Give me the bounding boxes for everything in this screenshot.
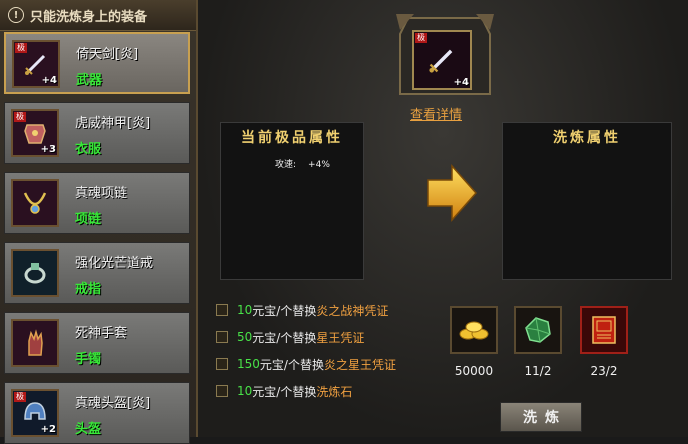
- arrow-right-icon: [427, 164, 478, 222]
- item-slot: 极 +3: [11, 109, 59, 157]
- equipment-item-sword[interactable]: 极 +4 倚天剑[炎] 武器: [4, 32, 190, 94]
- refine-attributes-title: 洗炼属性: [553, 130, 621, 146]
- equipment-sidebar: ! 只能洗炼身上的装备 极 +4 倚天剑[炎] 武器 极 +3 虎威神甲[炎] …: [0, 0, 198, 444]
- necklace-icon: [23, 192, 47, 214]
- option-item: 炎之战神凭证: [316, 303, 389, 318]
- item-type: 项链: [75, 212, 102, 227]
- sword-icon: [25, 54, 46, 75]
- helmet-icon: [24, 402, 46, 420]
- red-certificate-icon: [592, 316, 616, 344]
- item-slot: 极 +2: [11, 389, 59, 437]
- item-slot: [11, 249, 59, 297]
- option-item: 炎之星王凭证: [323, 357, 396, 372]
- item-slot: [11, 319, 59, 367]
- sidebar-header-text: 只能洗炼身上的装备: [30, 9, 148, 25]
- item-type: 头盔: [75, 422, 102, 437]
- rarity-badge: 极: [14, 392, 26, 402]
- item-slot: 极 +4: [12, 40, 60, 88]
- view-details-link[interactable]: 查看详情: [410, 104, 462, 123]
- item-type: 手镯: [75, 352, 102, 367]
- item-name: 倚天剑[炎]: [76, 47, 139, 62]
- material-slot-stone[interactable]: [514, 306, 562, 354]
- option-text: 元宝/个替换: [252, 384, 317, 399]
- material-count: 11/2: [524, 364, 552, 378]
- option-text: 元宝/个替换: [252, 330, 317, 345]
- current-attributes-panel: 当前极品属性 攻速: +4%: [220, 122, 364, 280]
- glove-icon: [28, 329, 43, 356]
- option-item: 星王凭证: [316, 330, 365, 345]
- item-slot: [11, 179, 59, 227]
- item-type: 戒指: [75, 282, 102, 297]
- item-name: 强化光芒道戒: [75, 256, 154, 271]
- option-text: 元宝/个替换: [259, 357, 324, 372]
- item-type: 衣服: [75, 142, 102, 157]
- rarity-badge: 极: [415, 33, 427, 43]
- option-checkbox[interactable]: [216, 385, 228, 397]
- equipment-item-glove[interactable]: 死神手套 手镯: [4, 312, 190, 374]
- option-checkbox[interactable]: [216, 331, 228, 343]
- item-name: 真魂头盔[炎]: [75, 396, 151, 411]
- selected-equipment-slot[interactable]: 极 +4: [412, 30, 472, 90]
- rarity-badge: 极: [15, 43, 27, 53]
- item-name: 真魂项链: [75, 186, 128, 201]
- enhance-level: +2: [40, 424, 56, 435]
- enhance-level: +3: [40, 144, 56, 155]
- gold-ingot-icon: [459, 321, 489, 340]
- ring-icon: [24, 263, 46, 284]
- item-name: 虎威神甲[炎]: [75, 116, 151, 131]
- attribute-row: 攻速: +4%: [275, 157, 330, 170]
- option-text: 元宝/个替换: [252, 303, 317, 318]
- refine-main-panel: 极 +4 查看详情 当前极品属性 攻速: +4% 洗炼属性 10 元宝/个替换 炎之战…: [198, 0, 688, 437]
- option-amount: 50: [237, 330, 253, 344]
- armor-icon: [24, 124, 46, 144]
- option-checkbox[interactable]: [216, 358, 228, 370]
- option-amount: 10: [237, 384, 253, 398]
- replace-option-1[interactable]: 10 元宝/个替换 炎之战神凭证: [216, 301, 388, 319]
- replace-option-3[interactable]: 150 元宝/个替换 炎之星王凭证: [216, 355, 396, 373]
- enhance-level: +4: [41, 75, 57, 86]
- material-slot-certificate[interactable]: [580, 306, 628, 354]
- enhance-level: +4: [453, 77, 469, 88]
- refine-attributes-panel: 洗炼属性: [502, 122, 672, 280]
- item-type: 武器: [76, 73, 103, 88]
- material-count: 50000: [454, 364, 494, 378]
- item-name: 死神手套: [75, 326, 128, 341]
- attribute-value: +4%: [308, 160, 330, 170]
- option-item: 洗炼石: [316, 384, 353, 399]
- refine-button[interactable]: 洗炼: [500, 402, 582, 432]
- warning-icon: !: [8, 7, 24, 23]
- replace-option-4[interactable]: 10 元宝/个替换 洗炼石: [216, 382, 352, 400]
- replace-option-2[interactable]: 50 元宝/个替换 星王凭证: [216, 328, 364, 346]
- material-count: 23/2: [590, 364, 618, 378]
- option-checkbox[interactable]: [216, 304, 228, 316]
- material-slot-gold[interactable]: [450, 306, 498, 354]
- option-amount: 10: [237, 303, 253, 317]
- green-stone-icon: [525, 317, 551, 343]
- equipment-item-necklace[interactable]: 真魂项链 项链: [4, 172, 190, 234]
- rarity-badge: 极: [14, 112, 26, 122]
- equipment-item-helmet[interactable]: 极 +2 真魂头盔[炎] 头盔: [4, 382, 190, 444]
- sidebar-header: ! 只能洗炼身上的装备: [0, 0, 196, 31]
- equipment-item-ring[interactable]: 强化光芒道戒 戒指: [4, 242, 190, 304]
- current-attributes-title: 当前极品属性: [241, 130, 343, 146]
- option-amount: 150: [237, 357, 260, 371]
- equipment-item-armor[interactable]: 极 +3 虎威神甲[炎] 衣服: [4, 102, 190, 164]
- sword-icon: [429, 49, 453, 73]
- attribute-label: 攻速:: [275, 160, 297, 170]
